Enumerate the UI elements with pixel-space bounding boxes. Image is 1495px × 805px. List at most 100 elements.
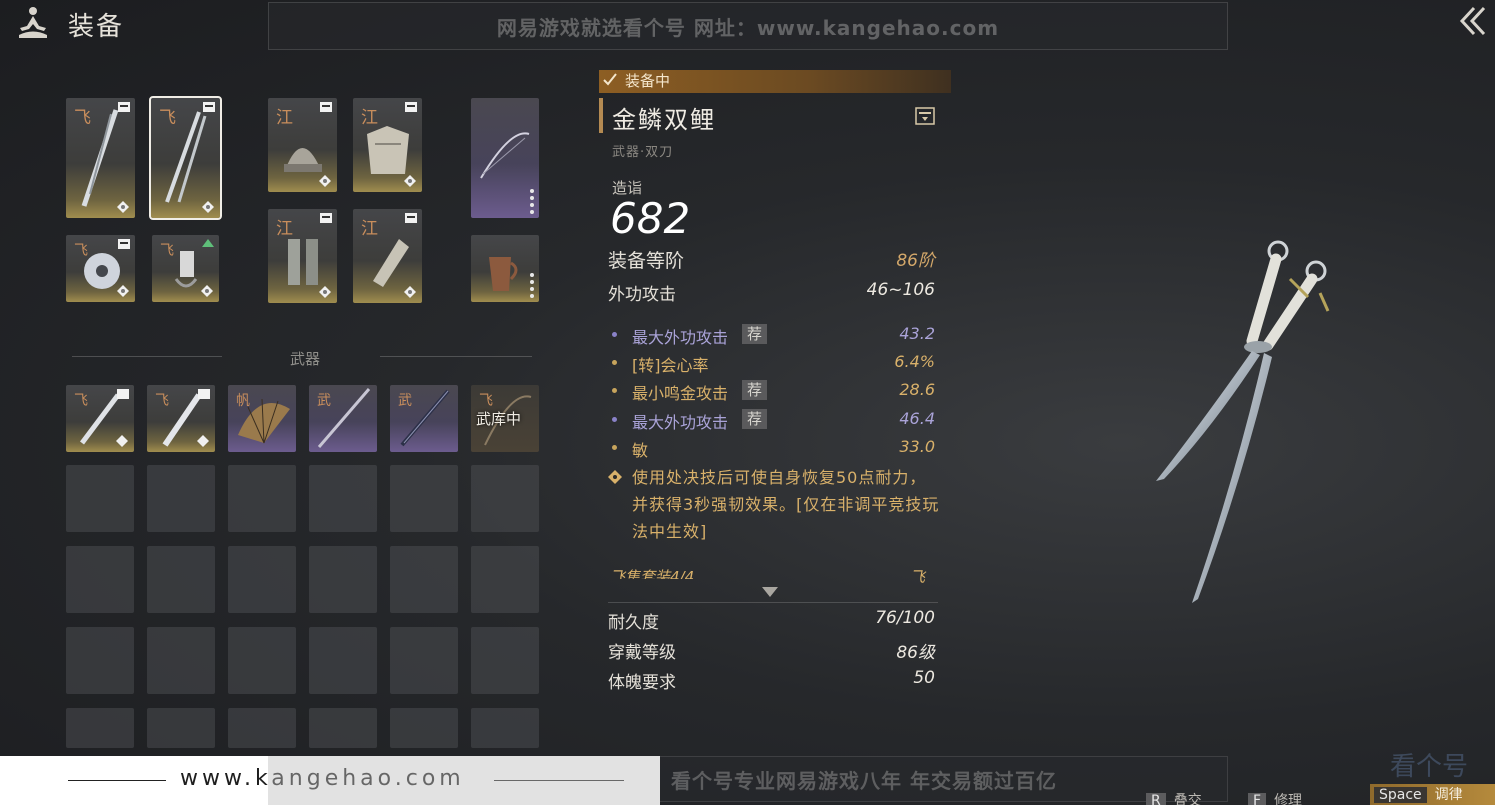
inventory-item[interactable]: 武	[390, 385, 458, 452]
level-label: 穿戴等级	[608, 643, 676, 663]
bullet-icon	[612, 360, 617, 365]
upgrade-arrow-icon	[202, 239, 214, 247]
empty-inventory-slot[interactable]	[147, 465, 215, 532]
empty-inventory-slot[interactable]	[147, 546, 215, 613]
empty-inventory-slot[interactable]	[471, 465, 539, 532]
hint-stack-label: 叠交	[1173, 793, 1202, 805]
recommend-badge: 荐	[742, 409, 768, 429]
empty-inventory-slot[interactable]	[66, 627, 134, 694]
empty-inventory-slot[interactable]	[309, 708, 377, 748]
hint-stack[interactable]: R 叠交	[1146, 790, 1202, 805]
inventory-item[interactable]: 飞	[66, 385, 134, 452]
empty-inventory-slot[interactable]	[147, 708, 215, 748]
check-icon	[603, 73, 617, 86]
empty-inventory-slot[interactable]	[471, 546, 539, 613]
empty-inventory-slot[interactable]	[66, 546, 134, 613]
equip-slot-accessory-1[interactable]: 飞	[66, 235, 135, 302]
equip-slot-head[interactable]: 江	[268, 98, 337, 192]
empty-inventory-slot[interactable]	[471, 627, 539, 694]
equipped-marker-icon	[320, 102, 332, 112]
collapse-icon[interactable]	[1458, 4, 1492, 38]
equip-slot-legs[interactable]: 江	[268, 209, 337, 303]
bullet-icon	[612, 388, 617, 393]
empty-inventory-slot[interactable]	[390, 708, 458, 748]
inventory-item[interactable]: 武	[309, 385, 377, 452]
slot-tag: 飞	[155, 393, 169, 409]
section-label-weapons: 武器	[290, 350, 321, 368]
name-accent-bar	[599, 98, 603, 133]
empty-inventory-slot[interactable]	[309, 627, 377, 694]
meditation-icon[interactable]	[14, 4, 52, 42]
empty-inventory-slot[interactable]	[390, 465, 458, 532]
set-icon: 飞	[910, 568, 926, 586]
set-bonus-title[interactable]: 飞隼套装4/4	[610, 566, 694, 579]
recommend-badge: 荐	[742, 380, 768, 400]
details-icon[interactable]	[915, 107, 935, 125]
rarity-icon	[319, 175, 331, 187]
equipped-marker-icon	[405, 213, 417, 223]
tier-row: 装备等阶 86阶	[608, 246, 935, 272]
empty-inventory-slot[interactable]	[147, 627, 215, 694]
tune-button-label: 调律	[1434, 787, 1463, 803]
attribute-label: 敏	[632, 441, 649, 460]
empty-inventory-slot[interactable]	[228, 708, 296, 748]
item-marker-icon	[117, 389, 129, 399]
slot-tag: 江	[361, 108, 378, 128]
inventory-item[interactable]: 飞	[147, 385, 215, 452]
attack-value: 46~106	[866, 280, 935, 300]
more-dots-icon	[530, 186, 535, 214]
attribute-label: 最大外功攻击	[632, 328, 729, 347]
equip-slot-gourd[interactable]	[471, 235, 539, 302]
empty-inventory-slot[interactable]	[471, 708, 539, 748]
empty-inventory-slot[interactable]	[228, 546, 296, 613]
empty-inventory-slot[interactable]	[66, 708, 134, 748]
watermark-line-left	[68, 780, 166, 781]
durability-label: 耐久度	[608, 613, 659, 633]
hint-repair[interactable]: F 修理	[1248, 790, 1302, 805]
slot-tag: 武	[398, 393, 412, 409]
section-divider-left	[72, 356, 222, 357]
panel-divider	[608, 602, 938, 603]
chevron-down-icon[interactable]	[762, 587, 778, 597]
score-value: 682	[610, 194, 691, 243]
empty-inventory-slot[interactable]	[228, 627, 296, 694]
equip-slot-ranged[interactable]	[471, 98, 539, 218]
empty-inventory-slot[interactable]	[309, 465, 377, 532]
slot-tag: 江	[276, 219, 293, 239]
attribute-label: [转]会心率	[632, 356, 709, 375]
equip-slot-hands[interactable]: 江	[353, 209, 422, 303]
attack-label: 外功攻击	[608, 285, 676, 305]
physique-label: 体魄要求	[608, 673, 676, 693]
attribute-value: 28.6	[899, 380, 935, 399]
more-dots-icon	[530, 270, 535, 298]
inventory-item[interactable]: 帆	[228, 385, 296, 452]
empty-inventory-slot[interactable]	[390, 546, 458, 613]
level-value: 86级	[896, 643, 935, 663]
hint-repair-label: 修理	[1274, 793, 1303, 805]
rarity-icon	[201, 285, 213, 297]
equipped-marker-icon	[118, 239, 130, 249]
tier-label: 装备等阶	[608, 250, 685, 272]
equipped-marker-icon	[203, 102, 215, 112]
equip-slot-chest[interactable]: 江	[353, 98, 422, 192]
attribute-label: 最大外功攻击	[632, 413, 729, 432]
special-effect-text: 使用处决技后可使自身恢复50点耐力，并获得3秒强韧效果。[仅在非调平竞技玩法中生…	[632, 468, 940, 541]
equip-slot-accessory-2[interactable]: 飞	[152, 235, 219, 302]
rarity-icon	[117, 285, 129, 297]
corner-logo: 看个号	[1390, 752, 1469, 782]
rarity-icon	[404, 286, 416, 298]
equipped-status-label: 装备中	[625, 72, 671, 90]
equip-slot-weapon-sub[interactable]: 飞	[149, 96, 222, 220]
physique-value: 50	[913, 668, 935, 688]
tier-value: 86阶	[896, 251, 935, 271]
empty-inventory-slot[interactable]	[66, 465, 134, 532]
slot-tag: 江	[276, 108, 293, 128]
attribute-value: 46.4	[899, 409, 935, 428]
empty-inventory-slot[interactable]	[309, 546, 377, 613]
empty-inventory-slot[interactable]	[390, 627, 458, 694]
equipped-marker-icon	[405, 102, 417, 112]
level-row: 穿戴等级 86级	[608, 638, 935, 663]
empty-inventory-slot[interactable]	[228, 465, 296, 532]
tune-button[interactable]: Space 调律	[1370, 784, 1495, 805]
equip-slot-weapon-main[interactable]: 飞	[66, 98, 135, 218]
